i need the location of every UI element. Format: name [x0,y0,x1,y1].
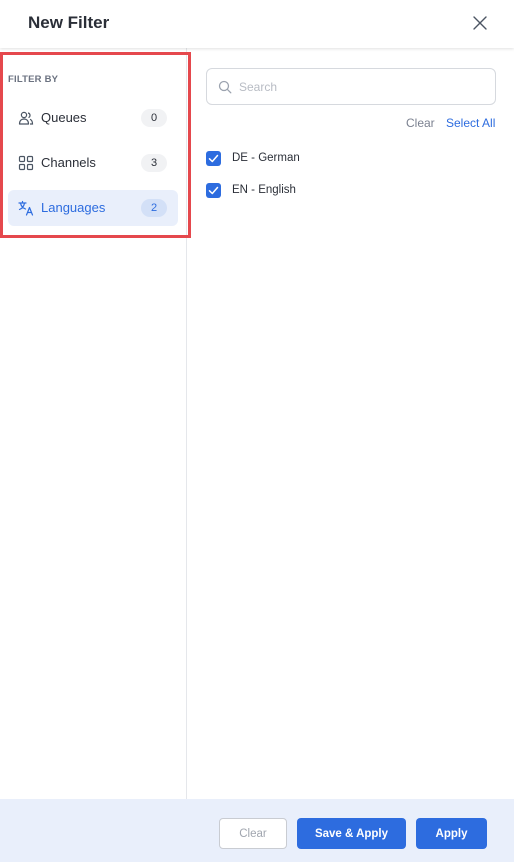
sidebar-item-languages[interactable]: Languages 2 [8,190,178,226]
translate-icon [18,200,34,216]
sidebar-item-label: Channels [41,155,96,170]
check-icon [208,154,219,162]
count-badge: 3 [141,154,167,172]
clear-button[interactable]: Clear [219,818,287,849]
search-box [206,68,496,105]
apply-button[interactable]: Apply [416,818,487,849]
sidebar-item-channels[interactable]: Channels 3 [8,145,178,181]
dialog-title: New Filter [28,13,110,32]
option-en-english[interactable]: EN - English [206,181,296,199]
clear-link[interactable]: Clear [406,116,435,130]
option-de-german[interactable]: DE - German [206,149,300,167]
option-label: EN - English [232,184,296,196]
close-button[interactable] [468,11,492,35]
select-all-link[interactable]: Select All [446,116,495,130]
sidebar-item-queues[interactable]: Queues 0 [8,100,178,136]
sidebar-item-label: Languages [41,200,106,215]
search-icon [218,80,232,94]
option-label: DE - German [232,152,300,164]
checkbox-checked[interactable] [206,182,221,198]
dialog-header: New Filter [0,0,514,48]
save-apply-button[interactable]: Save & Apply [297,818,406,849]
count-badge: 2 [141,199,167,217]
sidebar-item-label: Queues [41,110,87,125]
checkbox-checked[interactable] [206,150,221,166]
close-icon [473,16,487,30]
search-input[interactable] [239,77,489,97]
grid-icon [18,155,34,171]
users-icon [18,111,34,125]
check-icon [208,186,219,194]
count-badge: 0 [141,109,167,127]
filter-by-label: FILTER BY [8,74,59,85]
